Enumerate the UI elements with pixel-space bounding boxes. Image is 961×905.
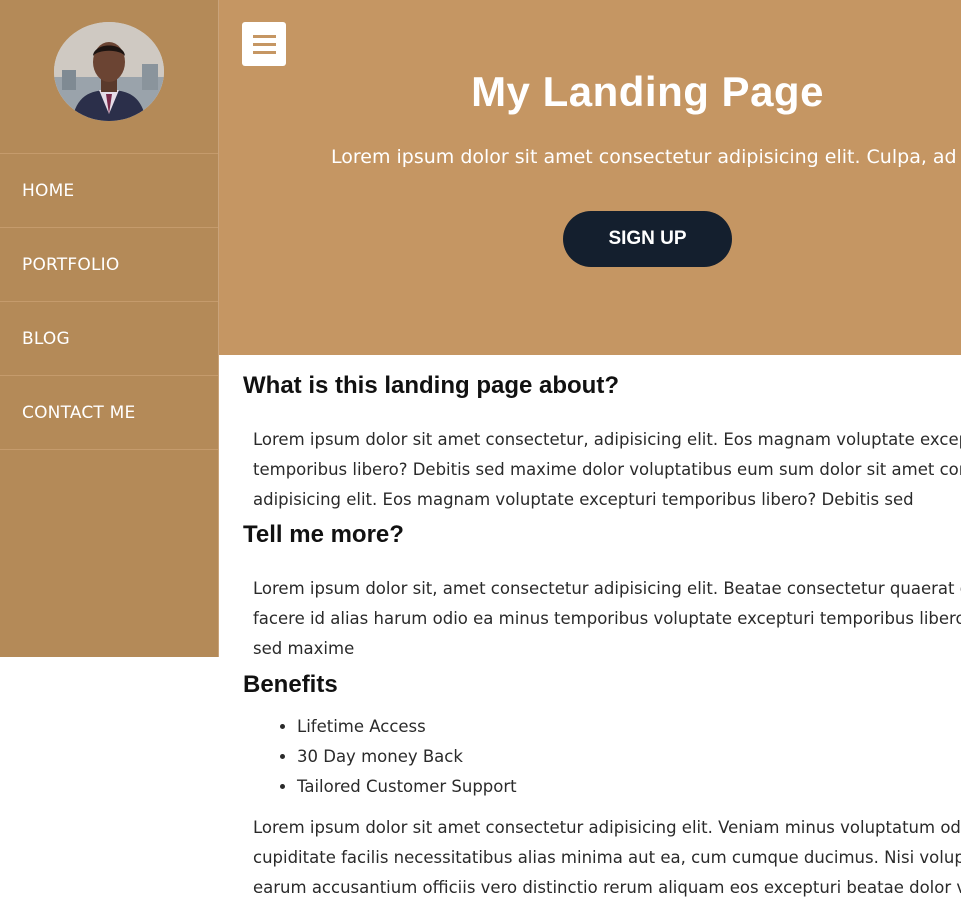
sidebar-item-blog[interactable]: BLOG [0,302,218,376]
section-paragraph-about: Lorem ipsum dolor sit amet consectetur, … [253,425,961,515]
paragraph-line: Lorem ipsum dolor sit amet consectetur a… [253,818,961,837]
hero-subtitle: Lorem ipsum dolor sit amet consectetur a… [331,146,957,168]
list-item: Lifetime Access [297,712,517,742]
sidebar-item-portfolio[interactable]: PORTFOLIO [0,228,218,302]
hero-section: My Landing Page Lorem ipsum dolor sit am… [219,0,961,355]
hamburger-menu-icon[interactable] [242,22,286,66]
section-heading-tell-more: Tell me more? [243,521,404,548]
paragraph-line: temporibus libero? Debitis sed maxime do… [253,460,961,479]
section-heading-about: What is this landing page about? [243,372,619,399]
page-title: My Landing Page [471,68,824,115]
benefits-list: Lifetime Access 30 Day money Back Tailor… [253,712,517,802]
paragraph-line: sed maxime [253,639,355,658]
menu-bar [252,34,276,38]
main-content: What is this landing page about? Lorem i… [219,355,961,905]
list-item: Tailored Customer Support [297,772,517,802]
sidebar-item-label: BLOG [22,328,70,349]
paragraph-line: facere id alias harum odio ea minus temp… [253,609,961,628]
avatar-container [0,0,218,154]
paragraph-line: Lorem ipsum dolor sit, amet consectetur … [253,579,961,598]
sidebar: HOME PORTFOLIO BLOG CONTACT ME [0,0,219,657]
sidebar-item-label: PORTFOLIO [22,254,120,275]
person-portrait [54,22,164,121]
sign-up-button[interactable]: SIGN UP [563,211,732,267]
paragraph-line: cupiditate facilis necessitatibus alias … [253,848,961,867]
menu-bar [252,42,276,46]
sidebar-item-label: HOME [22,180,75,201]
sidebar-item-home[interactable]: HOME [0,154,218,228]
paragraph-line: earum accusantium officiis vero distinct… [253,878,961,897]
menu-bar [252,50,276,54]
section-paragraph-tell-more: Lorem ipsum dolor sit, amet consectetur … [253,574,961,664]
paragraph-line: adipisicing elit. Eos magnam voluptate e… [253,490,914,509]
sidebar-item-contact-me[interactable]: CONTACT ME [0,376,218,450]
section-paragraph-benefits: Lorem ipsum dolor sit amet consectetur a… [253,813,961,903]
section-heading-benefits: Benefits [243,671,338,698]
sidebar-item-label: CONTACT ME [22,402,136,423]
paragraph-line: Lorem ipsum dolor sit amet consectetur, … [253,430,961,449]
list-item: 30 Day money Back [297,742,517,772]
avatar[interactable] [54,22,164,121]
